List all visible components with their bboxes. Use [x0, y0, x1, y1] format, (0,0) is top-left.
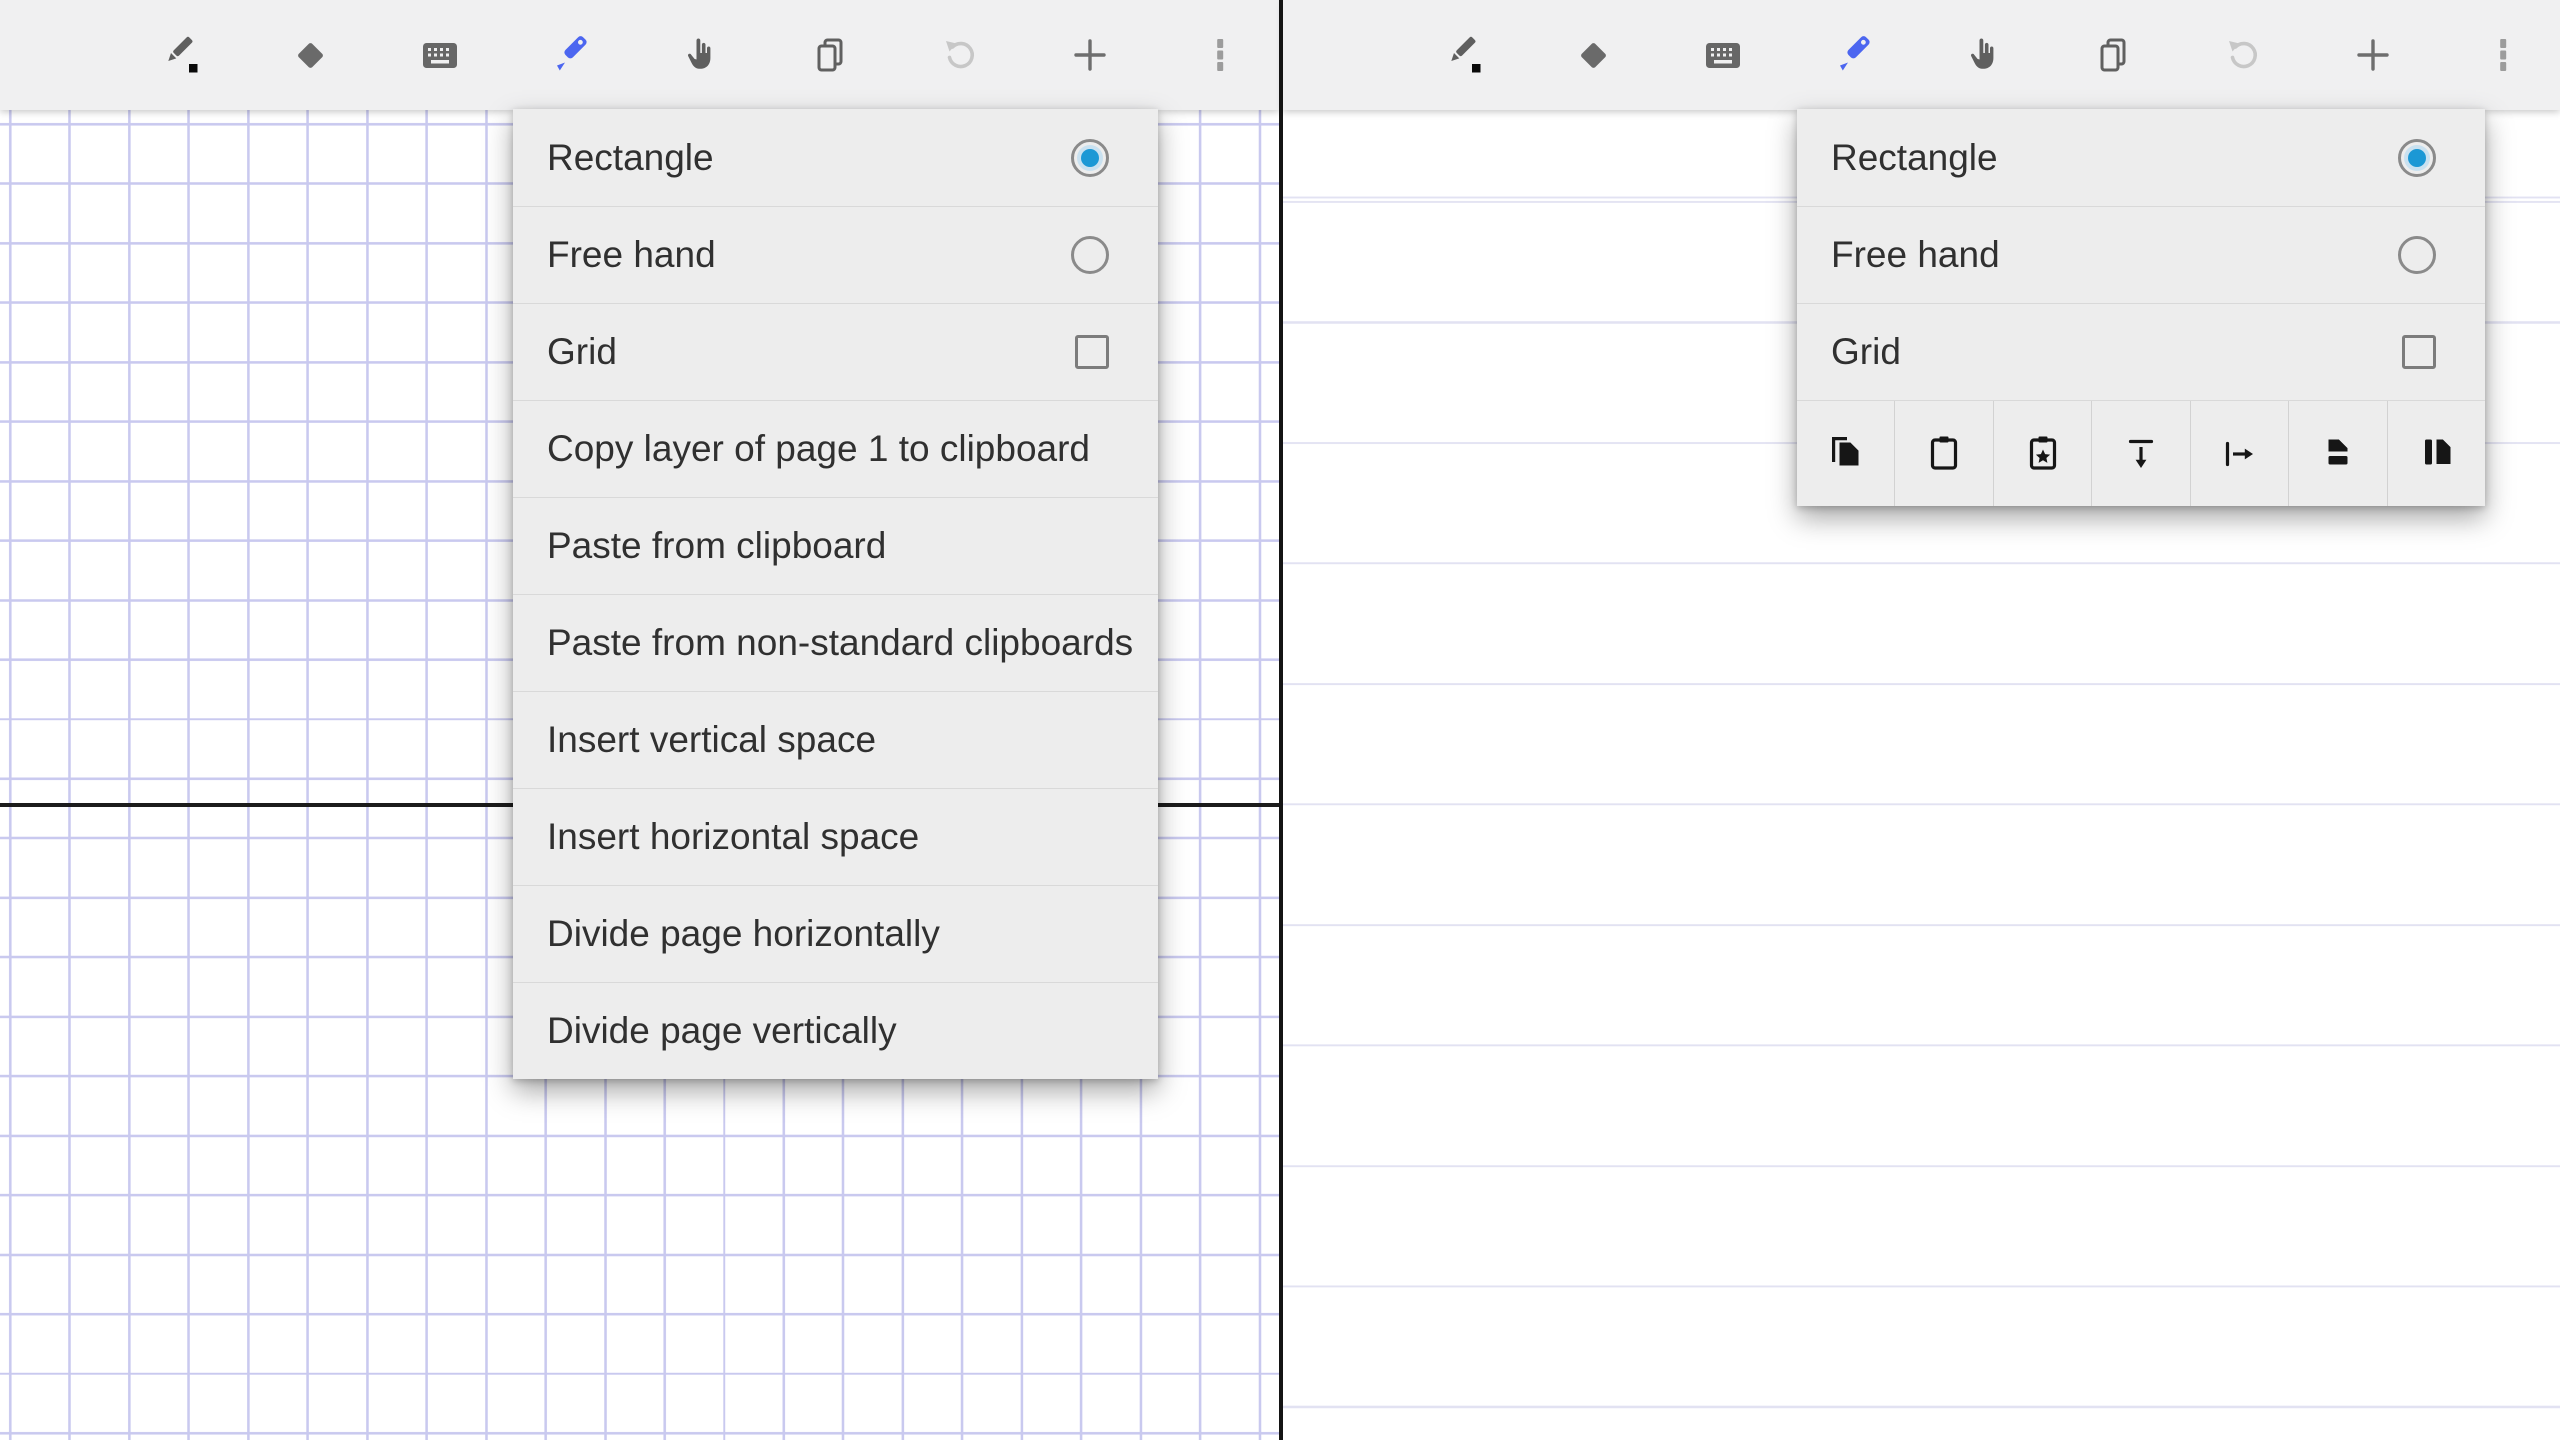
keyboard-tool-button[interactable] — [1673, 7, 1773, 103]
menu-item-copy-layer[interactable]: Copy layer of page 1 to clipboard — [513, 400, 1158, 497]
plus-icon — [1066, 31, 1114, 79]
overflow-menu-icon — [1196, 31, 1244, 79]
more-options-button[interactable] — [1170, 7, 1270, 103]
marker-icon — [1829, 31, 1877, 79]
menu-item-insert-vertical-space[interactable]: Insert vertical space — [513, 691, 1158, 788]
menu-item-grid[interactable]: Grid — [513, 303, 1158, 400]
marker-tool-button[interactable] — [1803, 7, 1903, 103]
add-page-button[interactable] — [1040, 7, 1140, 103]
keyboard-icon — [1699, 31, 1747, 79]
pen-tool-button[interactable] — [130, 7, 230, 103]
app-root: { "colors": { "accent_pen": "#4c66f0", "… — [0, 0, 2560, 1440]
checkbox-unchecked[interactable] — [1075, 335, 1109, 369]
paste-icon — [1920, 430, 1968, 478]
menu-item-label: Grid — [1831, 331, 2402, 373]
paste-nonstandard-button[interactable] — [1993, 401, 2091, 506]
menu-item-divide-horizontally[interactable]: Divide page horizontally — [513, 885, 1158, 982]
menu-item-rectangle[interactable]: Rectangle — [1797, 109, 2485, 206]
paste-clipboard-button[interactable] — [1894, 401, 1992, 506]
marker-options-menu-right: Rectangle Free hand Grid — [1797, 109, 2485, 506]
undo-icon — [936, 31, 984, 79]
menu-item-insert-horizontal-space[interactable]: Insert horizontal space — [513, 788, 1158, 885]
menu-item-label: Divide page vertically — [547, 1010, 1109, 1052]
menu-item-label: Paste from clipboard — [547, 525, 1109, 567]
pen-icon — [1439, 31, 1487, 79]
radio-selected[interactable] — [1071, 139, 1109, 177]
copy-icon — [1822, 430, 1870, 478]
keyboard-icon — [416, 31, 464, 79]
marker-options-menu-left: Rectangle Free hand Grid Copy layer of p… — [513, 109, 1158, 1079]
pen-icon — [156, 31, 204, 79]
more-options-button[interactable] — [2453, 7, 2553, 103]
marker-icon — [546, 31, 594, 79]
menu-item-label: Divide page horizontally — [547, 913, 1109, 955]
paste-special-icon — [2019, 430, 2067, 478]
pages-tool-button[interactable] — [780, 7, 880, 103]
menu-item-label: Free hand — [547, 234, 1071, 276]
vertical-page-divider — [1279, 0, 1283, 1440]
insert-vertical-space-icon — [2117, 430, 2165, 478]
radio-selected[interactable] — [2398, 139, 2436, 177]
menu-item-label: Paste from non-standard clipboards — [547, 622, 1133, 664]
overflow-menu-icon — [2479, 31, 2527, 79]
insert-horizontal-space-icon — [2215, 430, 2263, 478]
menu-item-free-hand[interactable]: Free hand — [513, 206, 1158, 303]
hand-tool-button[interactable] — [1933, 7, 2033, 103]
menu-item-label: Insert vertical space — [547, 719, 1109, 761]
menu-item-divide-vertically[interactable]: Divide page vertically — [513, 982, 1158, 1079]
keyboard-tool-button[interactable] — [390, 7, 490, 103]
plus-icon — [2349, 31, 2397, 79]
divide-page-horizontally-icon — [2314, 430, 2362, 478]
menu-item-free-hand[interactable]: Free hand — [1797, 206, 2485, 303]
menu-item-grid[interactable]: Grid — [1797, 303, 2485, 400]
hand-icon — [1959, 31, 2007, 79]
eraser-tool-button[interactable] — [260, 7, 360, 103]
toolbar-left — [0, 0, 1279, 110]
radio-unselected[interactable] — [1071, 236, 1109, 274]
pages-tool-button[interactable] — [2063, 7, 2163, 103]
eraser-icon — [1569, 31, 1617, 79]
menu-item-label: Insert horizontal space — [547, 816, 1109, 858]
menu-item-paste-nonstandard[interactable]: Paste from non-standard clipboards — [513, 594, 1158, 691]
hand-icon — [676, 31, 724, 79]
insert-vertical-space-button[interactable] — [2091, 401, 2189, 506]
hand-tool-button[interactable] — [650, 7, 750, 103]
eraser-icon — [286, 31, 334, 79]
undo-button[interactable] — [2193, 7, 2293, 103]
divide-page-vertically-icon — [2412, 430, 2460, 478]
pen-tool-button[interactable] — [1413, 7, 1513, 103]
menu-item-label: Rectangle — [547, 137, 1071, 179]
radio-unselected[interactable] — [2398, 236, 2436, 274]
marker-tool-button[interactable] — [520, 7, 620, 103]
divide-page-vertically-button[interactable] — [2387, 401, 2485, 506]
undo-icon — [2219, 31, 2267, 79]
pages-icon — [806, 31, 854, 79]
pages-icon — [2089, 31, 2137, 79]
divide-page-horizontally-button[interactable] — [2288, 401, 2386, 506]
menu-item-label: Rectangle — [1831, 137, 2398, 179]
menu-item-rectangle[interactable]: Rectangle — [513, 109, 1158, 206]
undo-button[interactable] — [910, 7, 1010, 103]
copy-layer-button[interactable] — [1797, 401, 1894, 506]
insert-horizontal-space-button[interactable] — [2190, 401, 2288, 506]
menu-item-label: Free hand — [1831, 234, 2398, 276]
menu-item-paste-clipboard[interactable]: Paste from clipboard — [513, 497, 1158, 594]
add-page-button[interactable] — [2323, 7, 2423, 103]
menu-item-label: Grid — [547, 331, 1075, 373]
eraser-tool-button[interactable] — [1543, 7, 1643, 103]
menu-item-label: Copy layer of page 1 to clipboard — [547, 428, 1109, 470]
checkbox-unchecked[interactable] — [2402, 335, 2436, 369]
menu-icon-row — [1797, 400, 2485, 506]
toolbar-right — [1283, 0, 2560, 110]
